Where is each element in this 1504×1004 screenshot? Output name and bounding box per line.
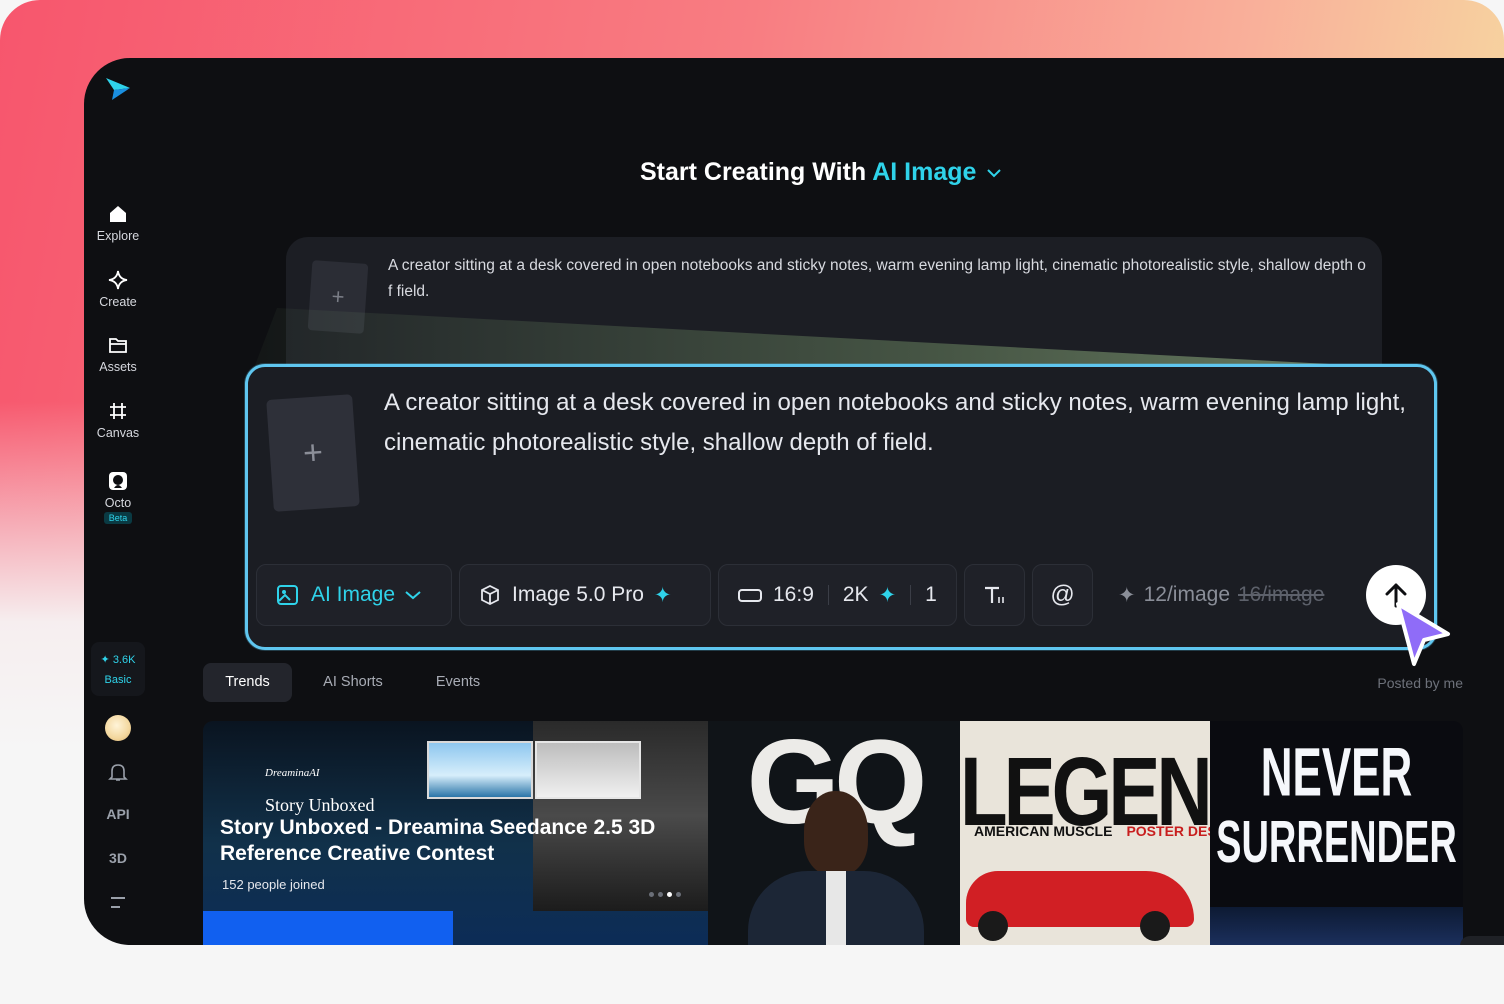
- portrait-shirt: [826, 871, 846, 945]
- legend-sub-right: POSTER DESIGN: [1126, 823, 1210, 839]
- page-title: Start Creating With AI Image: [640, 158, 1002, 187]
- text-icon: [984, 586, 1004, 603]
- add-reference-button[interactable]: +: [266, 394, 360, 512]
- credits-amount: 3.6K: [112, 654, 136, 666]
- chevron-down-icon: [405, 591, 421, 600]
- sidebar: Explore Create Assets Canvas Octo Beta ✦…: [84, 58, 152, 945]
- original-cost: 16/image: [1238, 583, 1325, 606]
- joined-count: 152: [222, 877, 244, 892]
- promo-story-title: Story Unboxed: [265, 795, 375, 815]
- car-wheel-rear: [1140, 911, 1170, 941]
- aspect-ratio-icon: [738, 589, 762, 602]
- title-prefix: Start Creating With: [640, 158, 867, 186]
- prompt-card: + A creator sitting at a desk covered in…: [245, 364, 1437, 650]
- menu-icon[interactable]: [84, 894, 152, 912]
- tab-trends[interactable]: Trends: [203, 663, 292, 702]
- app-window: Explore Create Assets Canvas Octo Beta ✦…: [84, 58, 1504, 945]
- beta-badge: Beta: [103, 512, 133, 524]
- divider: [827, 585, 829, 605]
- image-icon: [277, 585, 298, 605]
- banner-accent-bar: [203, 911, 453, 945]
- carousel-dots[interactable]: [649, 884, 685, 902]
- sparkle-icon: ✦: [653, 583, 672, 607]
- sidebar-item-label: Canvas: [96, 426, 140, 440]
- sidebar-item-label: Create: [99, 295, 137, 309]
- mode-selector[interactable]: AI Image: [872, 158, 1002, 186]
- starfield: [1210, 907, 1463, 945]
- sidebar-item-explore[interactable]: Explore: [84, 203, 152, 243]
- mode-dropdown[interactable]: AI Image: [256, 564, 452, 626]
- tab-ai-shorts[interactable]: AI Shorts: [307, 663, 399, 702]
- sidebar-item-label: Assets: [99, 360, 137, 374]
- octo-icon: [109, 472, 127, 490]
- api-link[interactable]: API: [84, 806, 152, 822]
- brand-logo-text: DreaminaAI: [265, 767, 320, 779]
- car-wheel-front: [978, 911, 1008, 941]
- plan-label: Basic: [104, 674, 132, 686]
- mention-button[interactable]: @: [1032, 564, 1093, 626]
- cost-info: ✦ 12/image 16/image: [1118, 564, 1324, 626]
- prompt-input[interactable]: A creator sitting at a desk covered in o…: [384, 383, 1414, 463]
- promo-banner[interactable]: DreaminaAI Story Unboxed Story Unboxed -…: [203, 721, 708, 945]
- logo-icon[interactable]: [104, 74, 132, 102]
- mode-dropdown-label: AI Image: [311, 583, 396, 606]
- home-icon: [110, 206, 126, 222]
- mode-label: AI Image: [872, 158, 977, 186]
- sidebar-item-create[interactable]: Create: [84, 269, 152, 309]
- mouse-cursor-icon: [1396, 602, 1450, 666]
- divider: [910, 585, 912, 605]
- gallery-item-gq[interactable]: GQ: [708, 721, 960, 945]
- sidebar-item-label: Explore: [96, 229, 140, 243]
- support-button[interactable]: [1460, 936, 1504, 945]
- crop-icon: [110, 403, 126, 419]
- sidebar-item-canvas[interactable]: Canvas: [84, 400, 152, 440]
- promo-title: Story Unboxed - Dreamina Seedance 2.5 3D…: [220, 816, 656, 865]
- model-dropdown[interactable]: Image 5.0 Pro ✦: [459, 564, 711, 626]
- 3d-link[interactable]: 3D: [84, 850, 152, 866]
- sparkle-icon: ✦: [1118, 583, 1136, 607]
- ratio-value: 16:9: [773, 583, 814, 606]
- joined-suffix: people joined: [247, 877, 325, 892]
- sidebar-item-octo[interactable]: Octo Beta: [84, 470, 152, 524]
- sidebar-item-label: Octo: [104, 496, 132, 510]
- model-label: Image 5.0 Pro: [512, 583, 644, 606]
- chevron-down-icon: [987, 169, 1002, 178]
- sparkle-icon: ✦: [878, 583, 897, 607]
- never-poster-line2: SURRENDER: [1216, 811, 1457, 877]
- sparkle-icon: ✦: [100, 654, 110, 666]
- avatar[interactable]: [105, 715, 131, 741]
- banner-screen-color: [427, 741, 533, 799]
- prompt-toolbar: AI Image Image 5.0 Pro ✦ 16:9 2K ✦ 1 @ ✦…: [256, 564, 1436, 626]
- never-poster-line1: NEVER: [1260, 735, 1413, 811]
- gallery-item-never-surrender[interactable]: NEVER SURRENDER: [1210, 721, 1463, 945]
- previous-prompt-text: A creator sitting at a desk covered in o…: [388, 257, 1366, 300]
- posted-by-me-filter[interactable]: Posted by me: [1377, 675, 1463, 691]
- output-settings[interactable]: 16:9 2K ✦ 1: [718, 564, 957, 626]
- count-value: 1: [925, 583, 937, 606]
- gallery: DreaminaAI Story Unboxed Story Unboxed -…: [203, 721, 1463, 945]
- cost-value: 12/image: [1143, 583, 1230, 606]
- credits-badge[interactable]: ✦ 3.6K Basic: [91, 642, 145, 696]
- cube-icon: [481, 584, 499, 606]
- legend-poster-subtitle: AMERICAN MUSCLE POSTER DESIGN: [974, 823, 1210, 839]
- portrait-head: [804, 791, 868, 875]
- banner-screen-gray: [535, 741, 641, 799]
- text-style-button[interactable]: [964, 564, 1025, 626]
- gallery-item-legend[interactable]: LEGEND AMERICAN MUSCLEPOSTER DESIGN: [960, 721, 1210, 945]
- resolution-value: 2K: [842, 583, 869, 606]
- sidebar-item-assets[interactable]: Assets: [84, 334, 152, 374]
- promo-participants: 152 people joined: [222, 877, 325, 892]
- folder-icon: [109, 338, 127, 353]
- bell-icon[interactable]: [84, 761, 152, 783]
- legend-sub-left: AMERICAN MUSCLE: [974, 823, 1113, 839]
- diamond-icon: [108, 270, 128, 290]
- tab-events[interactable]: Events: [421, 663, 495, 702]
